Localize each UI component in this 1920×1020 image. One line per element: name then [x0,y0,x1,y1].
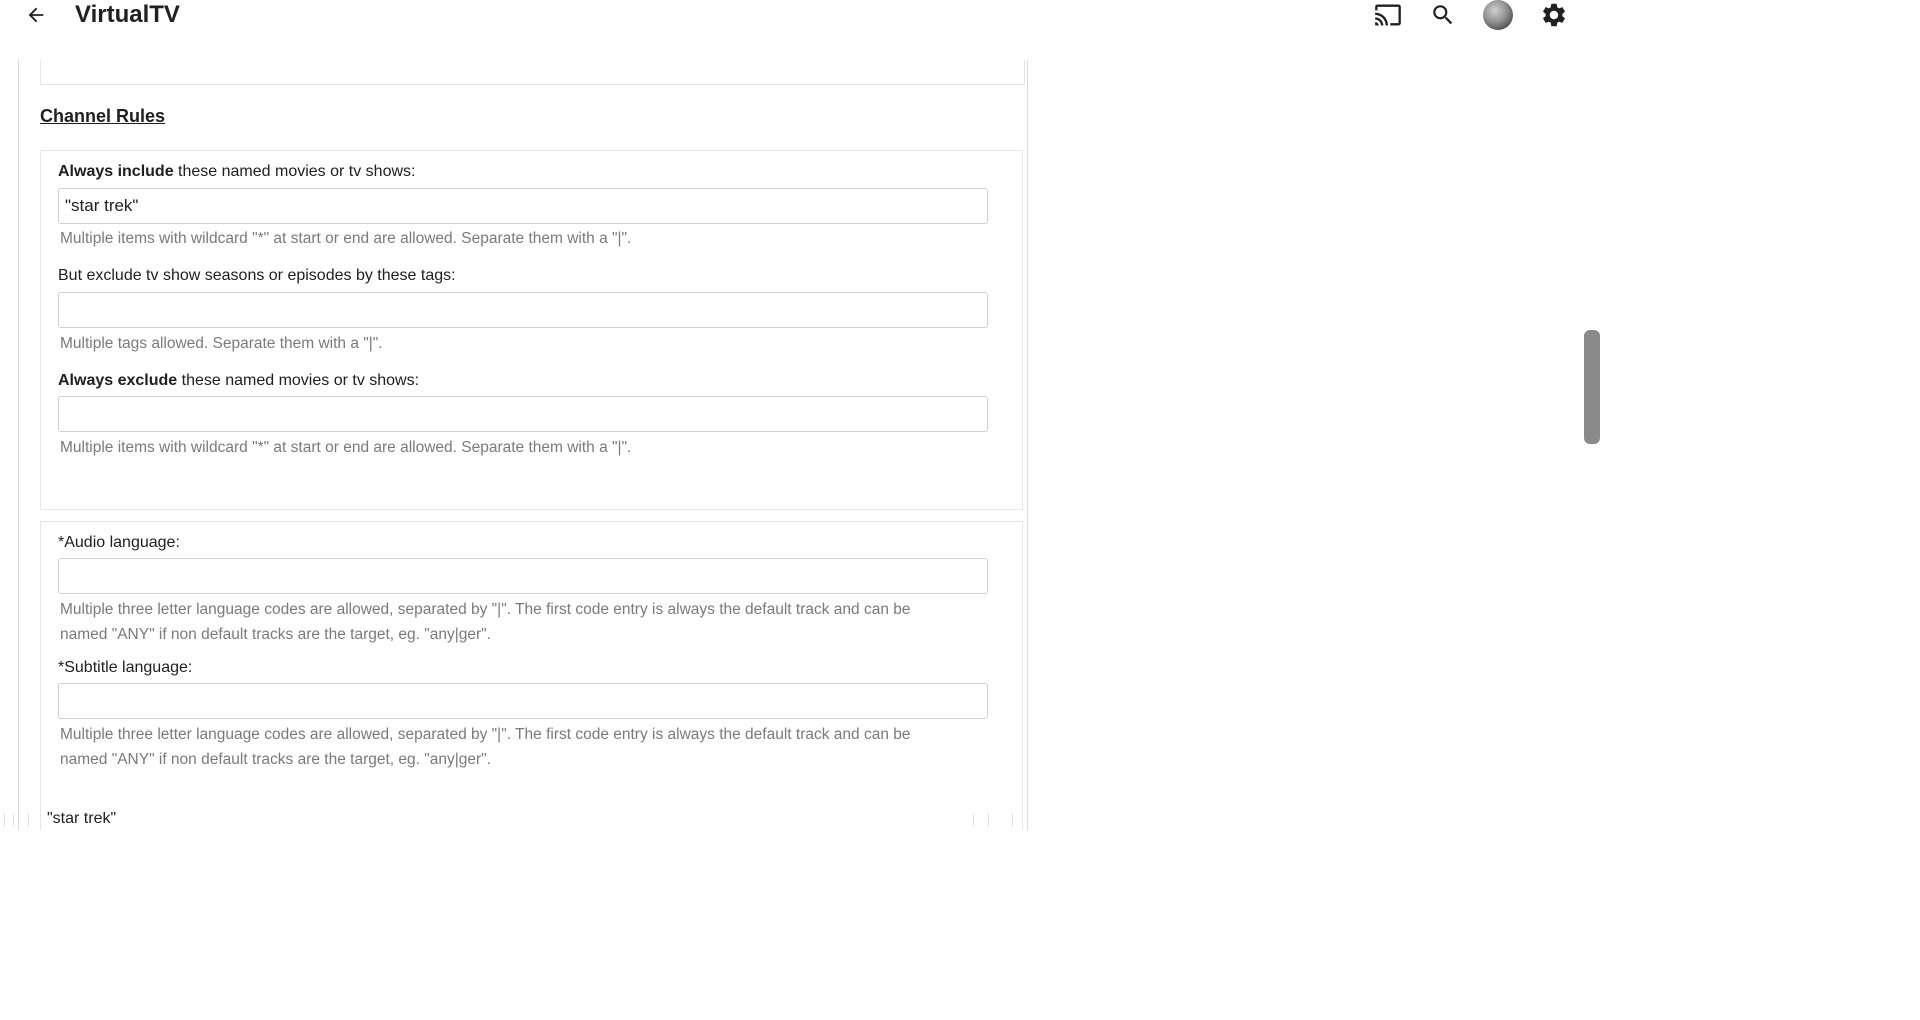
previous-card [40,60,1025,85]
arrow-back-icon [28,7,44,23]
subtitle-language-label: *Subtitle language: [58,659,193,676]
include-hint: Multiple items with wildcard "*" at star… [60,230,632,247]
audio-language-label: *Audio language: [58,534,180,551]
settings-button[interactable] [1537,0,1571,30]
section-title: Channel Rules [40,106,166,126]
exclude-label: Always exclude these named movies or tv … [58,372,420,389]
exclude-tags-label: But exclude tv show seasons or episodes … [58,267,456,284]
audio-language-input[interactable] [58,558,988,594]
language-card: *Audio language: Multiple three letter l… [40,521,1023,830]
avatar [1483,0,1513,30]
subtitle-language-input[interactable] [58,683,988,719]
overflow-artifact: "star trek" [0,812,1020,830]
scrollbar-thumb[interactable] [1584,330,1600,444]
overflow-text: "star trek" [47,812,117,827]
include-label: Always include these named movies or tv … [58,163,416,180]
cast-icon [1375,4,1401,26]
exclude-tags-input[interactable] [58,292,988,328]
cast-button[interactable] [1371,0,1405,30]
channel-settings-panel: Channel Rules Always include these named… [18,60,1028,830]
audio-language-hint: Multiple three letter language codes are… [60,601,911,643]
gear-icon [1543,3,1565,27]
app-title: VirtualTV [75,1,180,28]
top-app-bar: VirtualTV [0,0,1920,58]
user-menu-button[interactable] [1481,0,1515,30]
include-names-input[interactable] [58,188,988,224]
channel-rules-card: Always include these named movies or tv … [40,150,1023,510]
exclude-tags-hint: Multiple tags allowed. Separate them wit… [60,335,383,352]
search-button[interactable] [1426,0,1460,30]
back-button[interactable] [18,0,54,30]
subtitle-language-hint: Multiple three letter language codes are… [60,726,911,768]
search-icon [1433,5,1453,25]
exclude-names-input[interactable] [58,396,988,432]
exclude-hint: Multiple items with wildcard "*" at star… [60,439,632,456]
